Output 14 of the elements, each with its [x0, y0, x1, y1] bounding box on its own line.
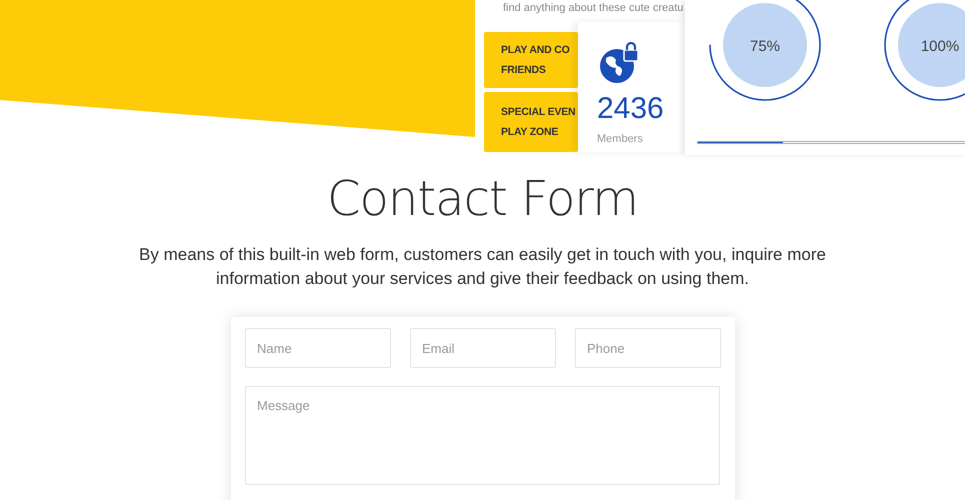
menu-button[interactable]: SPECIAL EVEN PLAY ZONE	[484, 92, 578, 152]
section-title: Contact Form	[327, 171, 638, 227]
ring-label: 75%	[748, 38, 782, 55]
menu-button[interactable]: PLAY AND CO FRIENDS	[484, 32, 578, 88]
ring-label: 100%	[920, 38, 960, 55]
section-description: By means of this built-in web form, customers can easily get in touch with you, inquire more information about your services and give their feedback on using them.	[138, 244, 827, 290]
input-field[interactable]: Name	[245, 328, 391, 368]
stat-label: Members	[597, 133, 643, 145]
input-field[interactable]: Phone	[575, 328, 721, 368]
globe-lock-icon	[598, 42, 640, 84]
message-field[interactable]: Message	[245, 386, 720, 485]
stat-value: 2436	[597, 92, 664, 126]
input-field[interactable]: Email	[410, 328, 556, 368]
intro-text: find anything about these cute creatu	[503, 2, 684, 14]
